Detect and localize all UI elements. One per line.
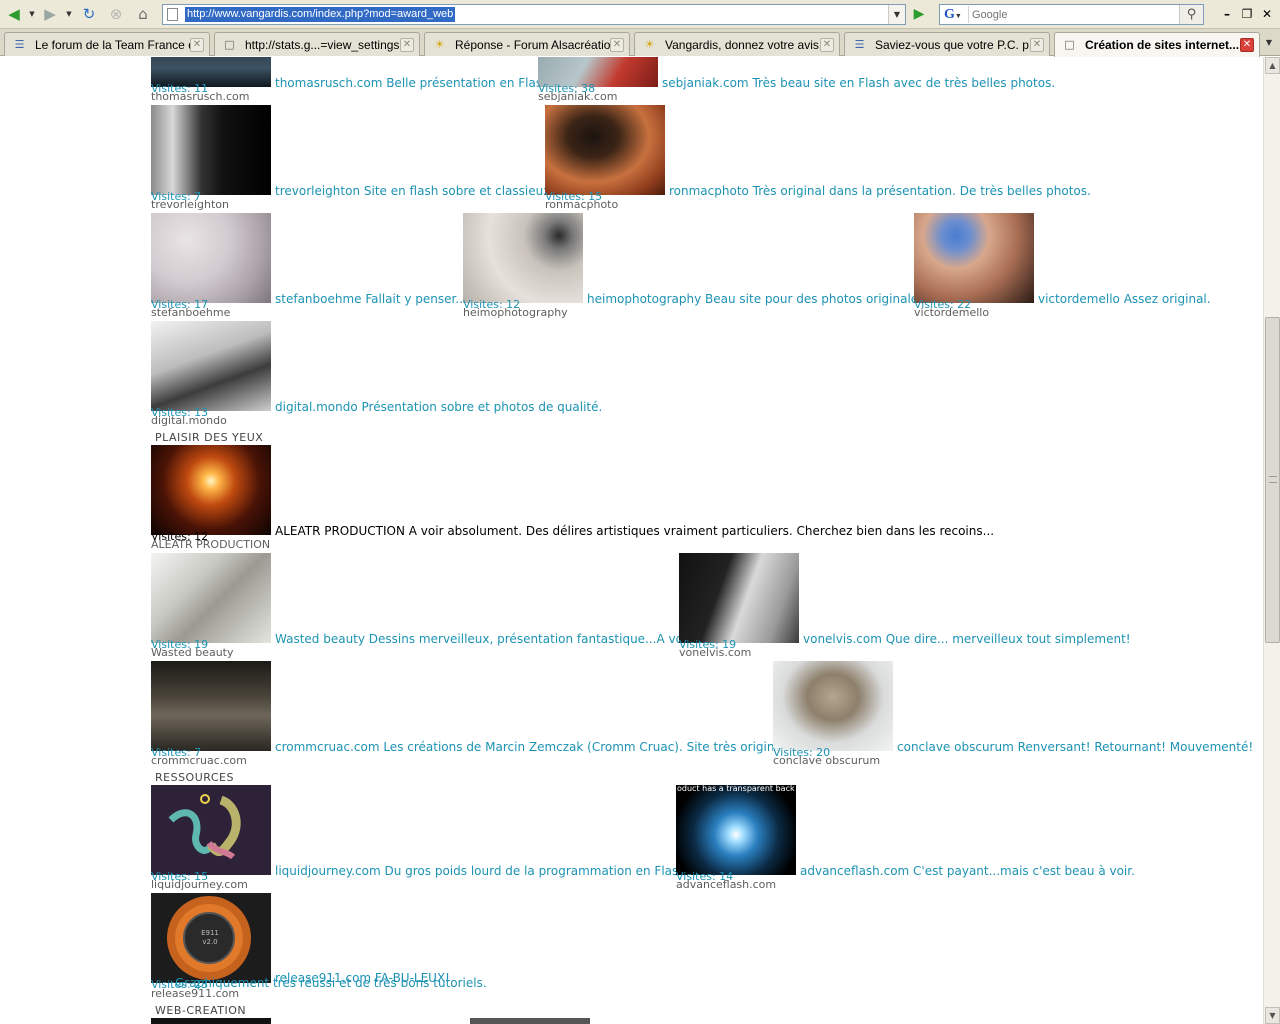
site-name: trevorleighton xyxy=(151,198,229,211)
tab-close-icon[interactable]: ✕ xyxy=(820,38,834,52)
tab-saviez-vous[interactable]: ☰ Saviez-vous que votre P.C. p... ✕ xyxy=(844,32,1050,56)
site-name: crommcruac.com xyxy=(151,754,247,767)
tab-vangardis-avis[interactable]: ☀ Vangardis, donnez votre avis... ✕ xyxy=(634,32,840,56)
forum-icon: ☰ xyxy=(854,38,865,51)
go-arrow-icon[interactable]: ▶ xyxy=(909,5,929,24)
site-name: advanceflash.com xyxy=(676,878,777,891)
trevorleighton-thumbnail[interactable] xyxy=(151,105,271,195)
site-name: ronmacphoto xyxy=(545,198,619,211)
site-description-link[interactable]: Wasted beauty Dessins merveilleux, prése… xyxy=(275,632,694,646)
vonelvis-thumbnail[interactable] xyxy=(679,553,799,643)
release911-thumb-text: E911 v2.0 xyxy=(201,929,219,946)
crommcruac-thumbnail[interactable] xyxy=(151,661,271,751)
page-icon: □ xyxy=(224,38,235,51)
site-description-link[interactable]: thomasrusch.com Belle présentation en Fl… xyxy=(275,76,550,90)
site-name: liquidjourney.com xyxy=(151,878,248,891)
site-description-link[interactable]: ronmacphoto Très original dans la présen… xyxy=(669,184,1091,198)
scroll-up-arrow-icon[interactable]: ▲ xyxy=(1265,57,1280,74)
tab-alsacreations[interactable]: ☀ Réponse - Forum Alsacréatio... ✕ xyxy=(424,32,630,56)
forward-history-dropdown[interactable]: ▼ xyxy=(64,4,74,24)
section-title-ressources: RESSOURCES xyxy=(155,771,234,784)
site-description-link[interactable]: liquidjourney.com Du gros poids lourd de… xyxy=(275,864,690,878)
section-title-plaisir: PLAISIR DES YEUX xyxy=(155,431,264,444)
home-icon[interactable]: ⌂ xyxy=(133,4,153,24)
tab-close-icon[interactable]: ✕ xyxy=(400,38,414,52)
site-description-link[interactable]: stefanboehme Fallait y penser... xyxy=(275,292,467,306)
back-arrow-icon[interactable]: ◀ xyxy=(4,4,24,24)
scrollbar-grip-icon xyxy=(1269,476,1277,483)
advanceflash-thumb-text: oduct has a transparent back xyxy=(677,785,795,793)
page-icon xyxy=(167,8,178,21)
address-url[interactable]: http://www.vangardis.com/index.php?mod=a… xyxy=(185,7,456,22)
liquidjourney-art xyxy=(168,794,241,860)
search-input[interactable] xyxy=(972,6,1178,23)
webcreation-thumbnail[interactable] xyxy=(470,1018,590,1024)
liquidjourney-thumbnail[interactable] xyxy=(151,785,271,875)
stefanboehme-thumbnail[interactable] xyxy=(151,213,271,303)
scrollbar-thumb[interactable] xyxy=(1265,317,1280,643)
site-description-link[interactable]: sebjaniak.com Très beau site en Flash av… xyxy=(662,76,1055,90)
site-description-link[interactable]: victordemello Assez original. xyxy=(1038,292,1211,306)
sun-icon: ☀ xyxy=(644,38,655,51)
advanceflash-thumbnail[interactable]: oduct has a transparent back xyxy=(676,785,796,875)
forward-arrow-icon[interactable]: ▶ xyxy=(40,4,60,24)
section-title-webcreation: WEB-CREATION xyxy=(155,1004,247,1017)
stop-icon[interactable]: ⊗ xyxy=(106,4,126,24)
site-name: conclave obscurum xyxy=(773,754,881,767)
site-name: thomasrusch.com xyxy=(151,90,250,103)
navigation-toolbar: ◀ ▼ ▶ ▼ ↻ ⊗ ⌂ http://www.vangardis.com/i… xyxy=(0,0,1280,29)
address-bar[interactable]: http://www.vangardis.com/index.php?mod=a… xyxy=(162,4,906,25)
site-description-link[interactable]: crommcruac.com Les créations de Marcin Z… xyxy=(275,740,789,754)
search-magnifier-icon[interactable]: ⚲ xyxy=(1179,5,1203,24)
close-window-icon[interactable]: ✕ xyxy=(1258,5,1276,23)
site-name: Wasted beauty xyxy=(151,646,234,659)
release911-thumbnail[interactable]: E911 v2.0 xyxy=(151,893,271,983)
site-name: heimophotography xyxy=(463,306,568,319)
forum-icon: ☰ xyxy=(14,38,25,51)
site-description-link[interactable]: conclave obscurum Renversant! Retournant… xyxy=(897,740,1253,754)
site-name: sebjaniak.com xyxy=(538,90,618,103)
tab-close-icon[interactable]: ✕ xyxy=(1030,38,1044,52)
reload-icon[interactable]: ↻ xyxy=(79,4,99,24)
search-bar[interactable]: G▼ ⚲ xyxy=(939,4,1204,25)
tab-strip: ☰ Le forum de la Team France d... ✕ □ ht… xyxy=(0,29,1280,57)
minimize-icon[interactable]: – xyxy=(1218,5,1236,23)
vertical-scrollbar[interactable]: ▲ ▼ xyxy=(1263,57,1280,1024)
tab-team-france-forum[interactable]: ☰ Le forum de la Team France d... ✕ xyxy=(4,32,210,56)
site-description-link[interactable]: advanceflash.com C'est payant...mais c'e… xyxy=(800,864,1135,878)
webcreation-thumbnail[interactable] xyxy=(151,1018,271,1024)
tab-list-dropdown-icon[interactable]: ▼ xyxy=(1262,36,1276,50)
page-viewport: Visites: 11 thomasrusch.com thomasrusch.… xyxy=(0,57,1263,1024)
site-name: release911.com xyxy=(151,987,240,1000)
victordemello-thumbnail[interactable] xyxy=(914,213,1034,303)
site-name: digital.mondo xyxy=(151,414,227,427)
site-description-link[interactable]: ALEATR PRODUCTION A voir absolument. Des… xyxy=(275,524,994,538)
site-description-link[interactable]: trevorleighton Site en flash sobre et cl… xyxy=(275,184,554,198)
aleatr-thumbnail[interactable] xyxy=(151,445,271,535)
site-description-link[interactable]: vonelvis.com Que dire... merveilleux tou… xyxy=(803,632,1131,646)
tab-creation-sites[interactable]: □ Création de sites internet... ✕ xyxy=(1054,32,1260,57)
tab-close-icon[interactable]: ✕ xyxy=(190,38,204,52)
site-description-link[interactable]: digital.mondo Présentation sobre et phot… xyxy=(275,400,602,414)
scroll-down-arrow-icon[interactable]: ▼ xyxy=(1265,1007,1280,1024)
site-name: victordemello xyxy=(914,306,990,319)
tab-close-icon[interactable]: ✕ xyxy=(1240,38,1254,52)
conclave-obscurum-thumbnail[interactable] xyxy=(773,661,893,751)
address-dropdown-icon[interactable]: ▼ xyxy=(888,5,905,24)
wasted-beauty-thumbnail[interactable] xyxy=(151,553,271,643)
page-icon: □ xyxy=(1064,38,1075,51)
site-name: ALEATR PRODUCTION xyxy=(151,538,271,551)
tab-stats[interactable]: □ http://stats.g...=view_settings ✕ xyxy=(214,32,420,56)
site-description-link[interactable]: heimophotography Beau site pour des phot… xyxy=(587,292,928,306)
back-history-dropdown[interactable]: ▼ xyxy=(27,4,37,24)
sun-icon: ☀ xyxy=(434,38,445,51)
digital-mondo-thumbnail[interactable] xyxy=(151,321,271,411)
heimophotography-thumbnail[interactable] xyxy=(463,213,583,303)
tab-close-icon[interactable]: ✕ xyxy=(610,38,624,52)
site-name: stefanboehme xyxy=(151,306,231,319)
restore-icon[interactable]: ❐ xyxy=(1238,5,1256,23)
site-name: vonelvis.com xyxy=(679,646,752,659)
search-engine-selector[interactable]: G▼ xyxy=(941,6,969,23)
ronmacphoto-thumbnail[interactable] xyxy=(545,105,665,195)
